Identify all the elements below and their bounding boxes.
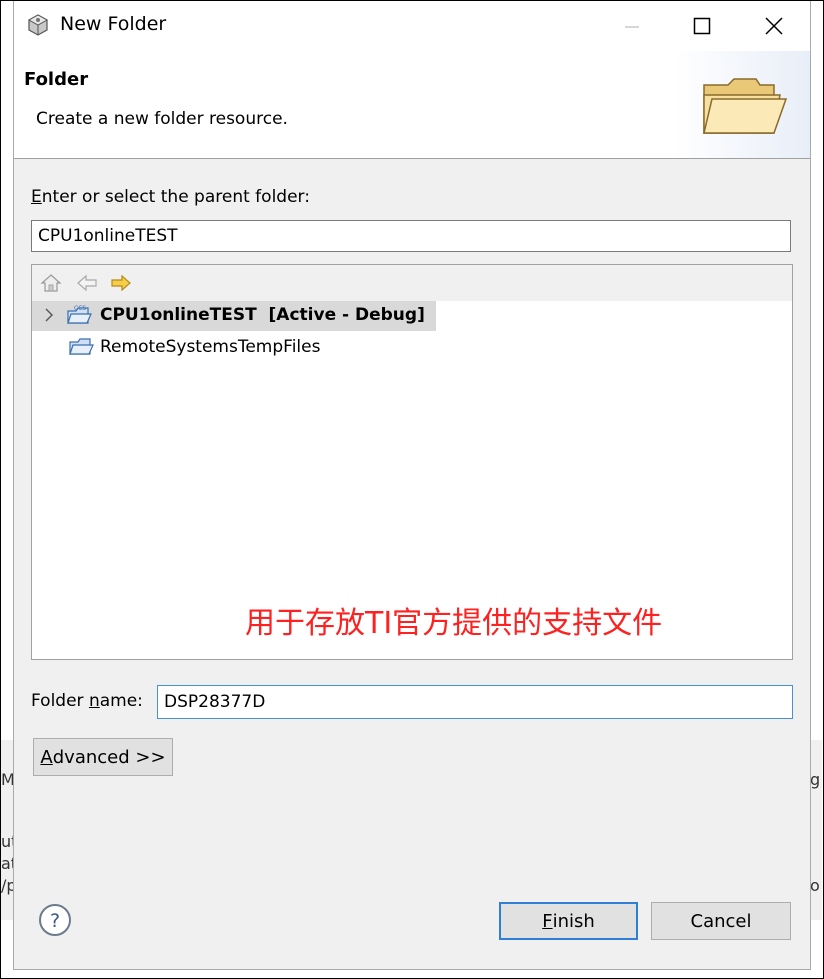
- folder-name-label: Folder name:: [31, 691, 143, 711]
- project-config: [Active - Debug]: [268, 305, 425, 325]
- red-annotation-text: 用于存放TI官方提供的支持文件: [245, 606, 663, 641]
- svg-text:?: ?: [50, 910, 60, 932]
- button-label: inish: [552, 910, 595, 932]
- project-name: CPU1onlineTEST: [100, 305, 257, 325]
- background-window-left: M ut at /p: [1, 740, 17, 920]
- tree-item-remotesystemstempfiles[interactable]: RemoteSystemsTempFiles: [32, 333, 432, 363]
- maximize-button[interactable]: [684, 9, 720, 43]
- help-icon[interactable]: ?: [38, 903, 72, 937]
- project-folder-icon: [69, 338, 94, 355]
- background-glyph: o: [810, 876, 820, 895]
- button-label: dvanced >>: [52, 746, 166, 768]
- background-window-right: g o: [810, 740, 822, 920]
- finish-button[interactable]: Finish: [499, 902, 638, 940]
- ccs-project-folder-icon: CCS: [67, 305, 92, 324]
- minimize-icon: [625, 26, 639, 28]
- parent-folder-input[interactable]: [31, 220, 791, 252]
- tree-toolbar: [32, 265, 792, 301]
- close-icon: [765, 17, 783, 35]
- title-bar[interactable]: New Folder: [14, 1, 810, 51]
- home-icon[interactable]: [40, 273, 62, 293]
- advanced-button[interactable]: Advanced >>: [33, 738, 173, 776]
- window-title: New Folder: [60, 13, 167, 35]
- close-button[interactable]: [756, 9, 792, 43]
- label-mnemonic: n: [88, 691, 100, 711]
- tree-item-cpu1onlinetest[interactable]: CCS CPU1onlineTEST [Active - Debug]: [32, 301, 436, 331]
- maximize-icon: [693, 17, 711, 35]
- folder-tree[interactable]: CCS CPU1onlineTEST [Active - Debug] Remo…: [31, 264, 793, 660]
- tree-item-label: CPU1onlineTEST [Active - Debug]: [100, 305, 425, 325]
- app-icon: [27, 14, 49, 36]
- cancel-button[interactable]: Cancel: [651, 902, 791, 940]
- header-description: Create a new folder resource.: [36, 109, 288, 129]
- folder-banner-icon: [703, 78, 788, 134]
- button-mnemonic: A: [40, 746, 53, 768]
- new-folder-dialog: New Folder Folder Create a new folder re…: [13, 1, 811, 970]
- header-title: Folder: [24, 69, 89, 90]
- wizard-header: Folder Create a new folder resource.: [14, 51, 810, 159]
- folder-name-input[interactable]: [157, 685, 793, 719]
- back-arrow-icon[interactable]: [76, 273, 98, 293]
- chevron-right-icon[interactable]: [44, 308, 54, 322]
- forward-arrow-icon[interactable]: [110, 273, 132, 293]
- minimize-button[interactable]: [614, 9, 650, 43]
- label-text: nter or select the parent folder:: [41, 187, 310, 207]
- tree-item-label: RemoteSystemsTempFiles: [100, 337, 321, 357]
- button-mnemonic: F: [542, 910, 553, 932]
- label-text: Folder: [31, 691, 89, 711]
- label-text: ame:: [99, 691, 143, 711]
- parent-folder-label: Enter or select the parent folder:: [31, 187, 310, 207]
- background-glyph: g: [810, 770, 821, 789]
- label-mnemonic: E: [31, 187, 42, 207]
- svg-text:CCS: CCS: [74, 305, 86, 312]
